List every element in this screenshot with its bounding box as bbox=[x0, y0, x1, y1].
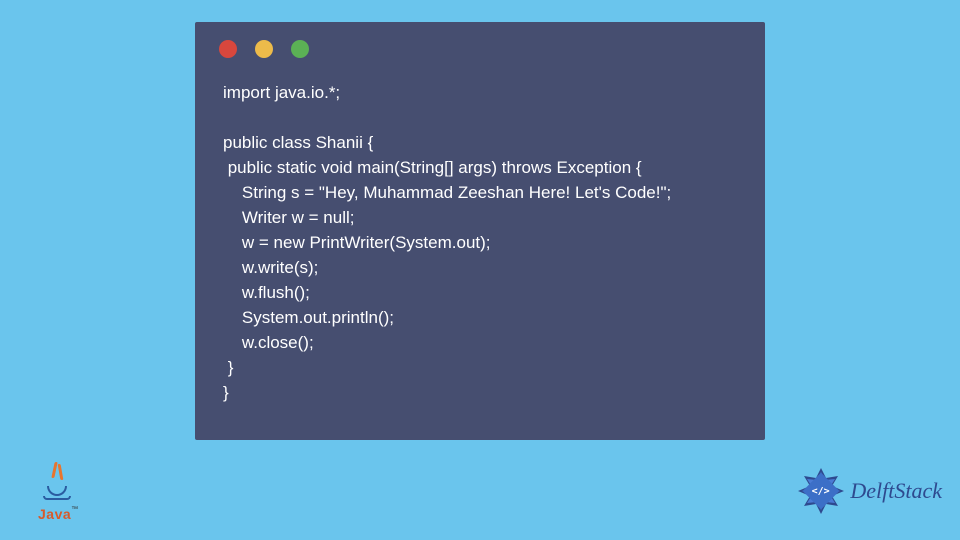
code-content: import java.io.*; public class Shanii { … bbox=[223, 80, 745, 405]
code-line: } bbox=[223, 358, 233, 377]
delftstack-icon: </> bbox=[796, 466, 846, 516]
code-line: } bbox=[223, 383, 229, 402]
delftstack-logo: </> DelftStack bbox=[796, 466, 942, 516]
code-line: Writer w = null; bbox=[223, 208, 354, 227]
code-icon: </> bbox=[812, 486, 830, 497]
code-line: public static void main(String[] args) t… bbox=[223, 158, 642, 177]
code-line: w.close(); bbox=[223, 333, 314, 352]
java-logo: Java™ bbox=[38, 462, 78, 524]
code-line: w = new PrintWriter(System.out); bbox=[223, 233, 491, 252]
minimize-icon bbox=[255, 40, 273, 58]
code-line: public class Shanii { bbox=[223, 133, 373, 152]
java-label: Java™ bbox=[38, 506, 78, 524]
code-line: String s = "Hey, Muhammad Zeeshan Here! … bbox=[223, 183, 671, 202]
close-icon bbox=[219, 40, 237, 58]
delftstack-label: DelftStack bbox=[850, 478, 942, 504]
code-window: import java.io.*; public class Shanii { … bbox=[195, 22, 765, 440]
java-cup-icon bbox=[39, 462, 77, 504]
window-controls bbox=[219, 40, 309, 58]
maximize-icon bbox=[291, 40, 309, 58]
code-line: System.out.println(); bbox=[223, 308, 394, 327]
code-line: w.flush(); bbox=[223, 283, 310, 302]
code-line: w.write(s); bbox=[223, 258, 318, 277]
code-line: import java.io.*; bbox=[223, 83, 340, 102]
